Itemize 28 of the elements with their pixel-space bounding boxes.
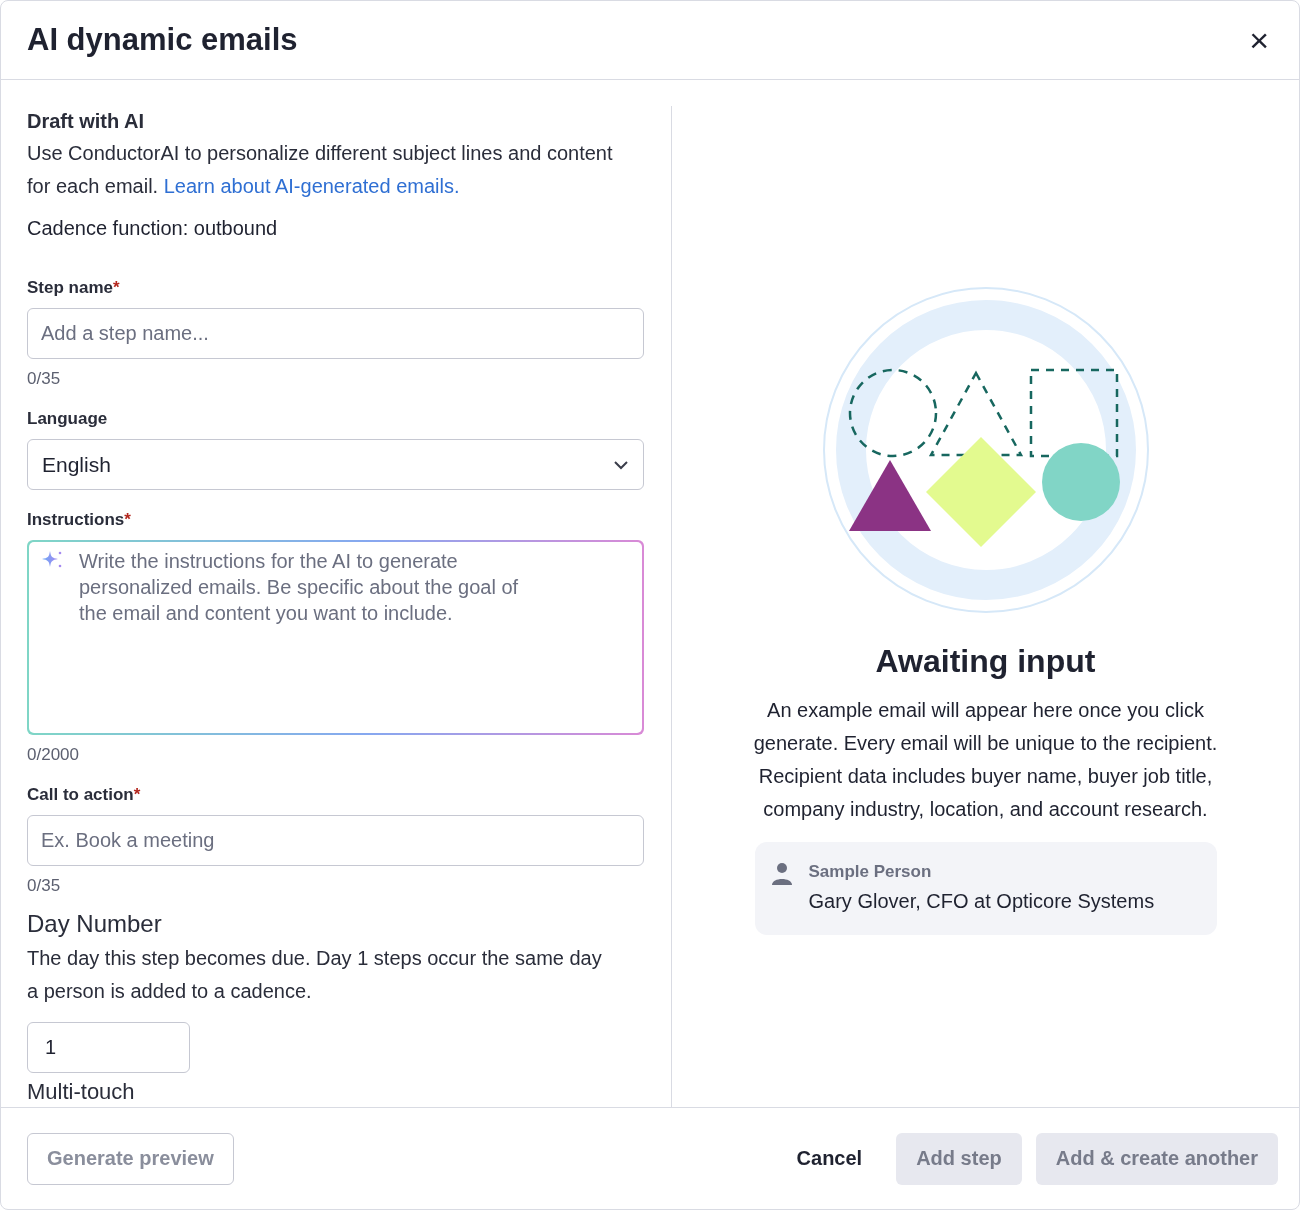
section-heading: Multi-touch xyxy=(27,1079,136,1105)
character-count: 0/35 xyxy=(27,369,62,389)
day-number-heading: Day Number xyxy=(27,910,163,938)
preview-description: An example email will appear here once you click generate. Every email will be unique to the recipient. Recipient data includes buyer name, buyer job title, company industry, location, and account research. xyxy=(752,698,1219,822)
cadence-function: Cadence function: outbound xyxy=(27,217,279,240)
dialog-title: AI dynamic emails xyxy=(27,22,298,58)
field-label: Call to action* xyxy=(27,785,142,805)
field-label: Step name* xyxy=(27,278,121,298)
field-label: Language xyxy=(27,409,109,429)
language-select[interactable]: English xyxy=(27,439,644,490)
close-button[interactable]: × xyxy=(1245,23,1273,57)
sample-person-label: Sample Person xyxy=(808,862,933,882)
cancel-button[interactable]: Cancel xyxy=(776,1132,883,1185)
learn-more-link[interactable]: Learn about AI-generated emails. xyxy=(163,175,460,197)
day-number-input[interactable]: 1 xyxy=(27,1022,190,1073)
section-heading: Draft with AI xyxy=(27,110,146,133)
instructions-field[interactable]: Write the instructions for the AI to generate personalized emails. Be specific about the goal of the email and content you want to include. xyxy=(27,540,644,735)
character-count: 0/35 xyxy=(27,876,62,896)
preview-title: Awaiting input xyxy=(875,643,1096,680)
field-label: Instructions* xyxy=(27,510,132,530)
text-input[interactable]: Add a step name... xyxy=(27,308,644,359)
character-count: 0/2000 xyxy=(27,745,80,765)
sample-person-name: Gary Glover, CFO at Opticore Systems xyxy=(808,890,1155,913)
day-number-description: The day this step becomes due. Day 1 steps occur the same day a person is added to a cadence. xyxy=(27,946,603,1004)
person-icon xyxy=(770,862,793,886)
chevron-down-icon xyxy=(613,459,629,470)
text-input[interactable]: Ex. Book a meeting xyxy=(27,815,644,866)
description: Use ConductorAI to personalize different subject lines and content for each email. Learn about AI-generated emails. xyxy=(27,141,614,199)
